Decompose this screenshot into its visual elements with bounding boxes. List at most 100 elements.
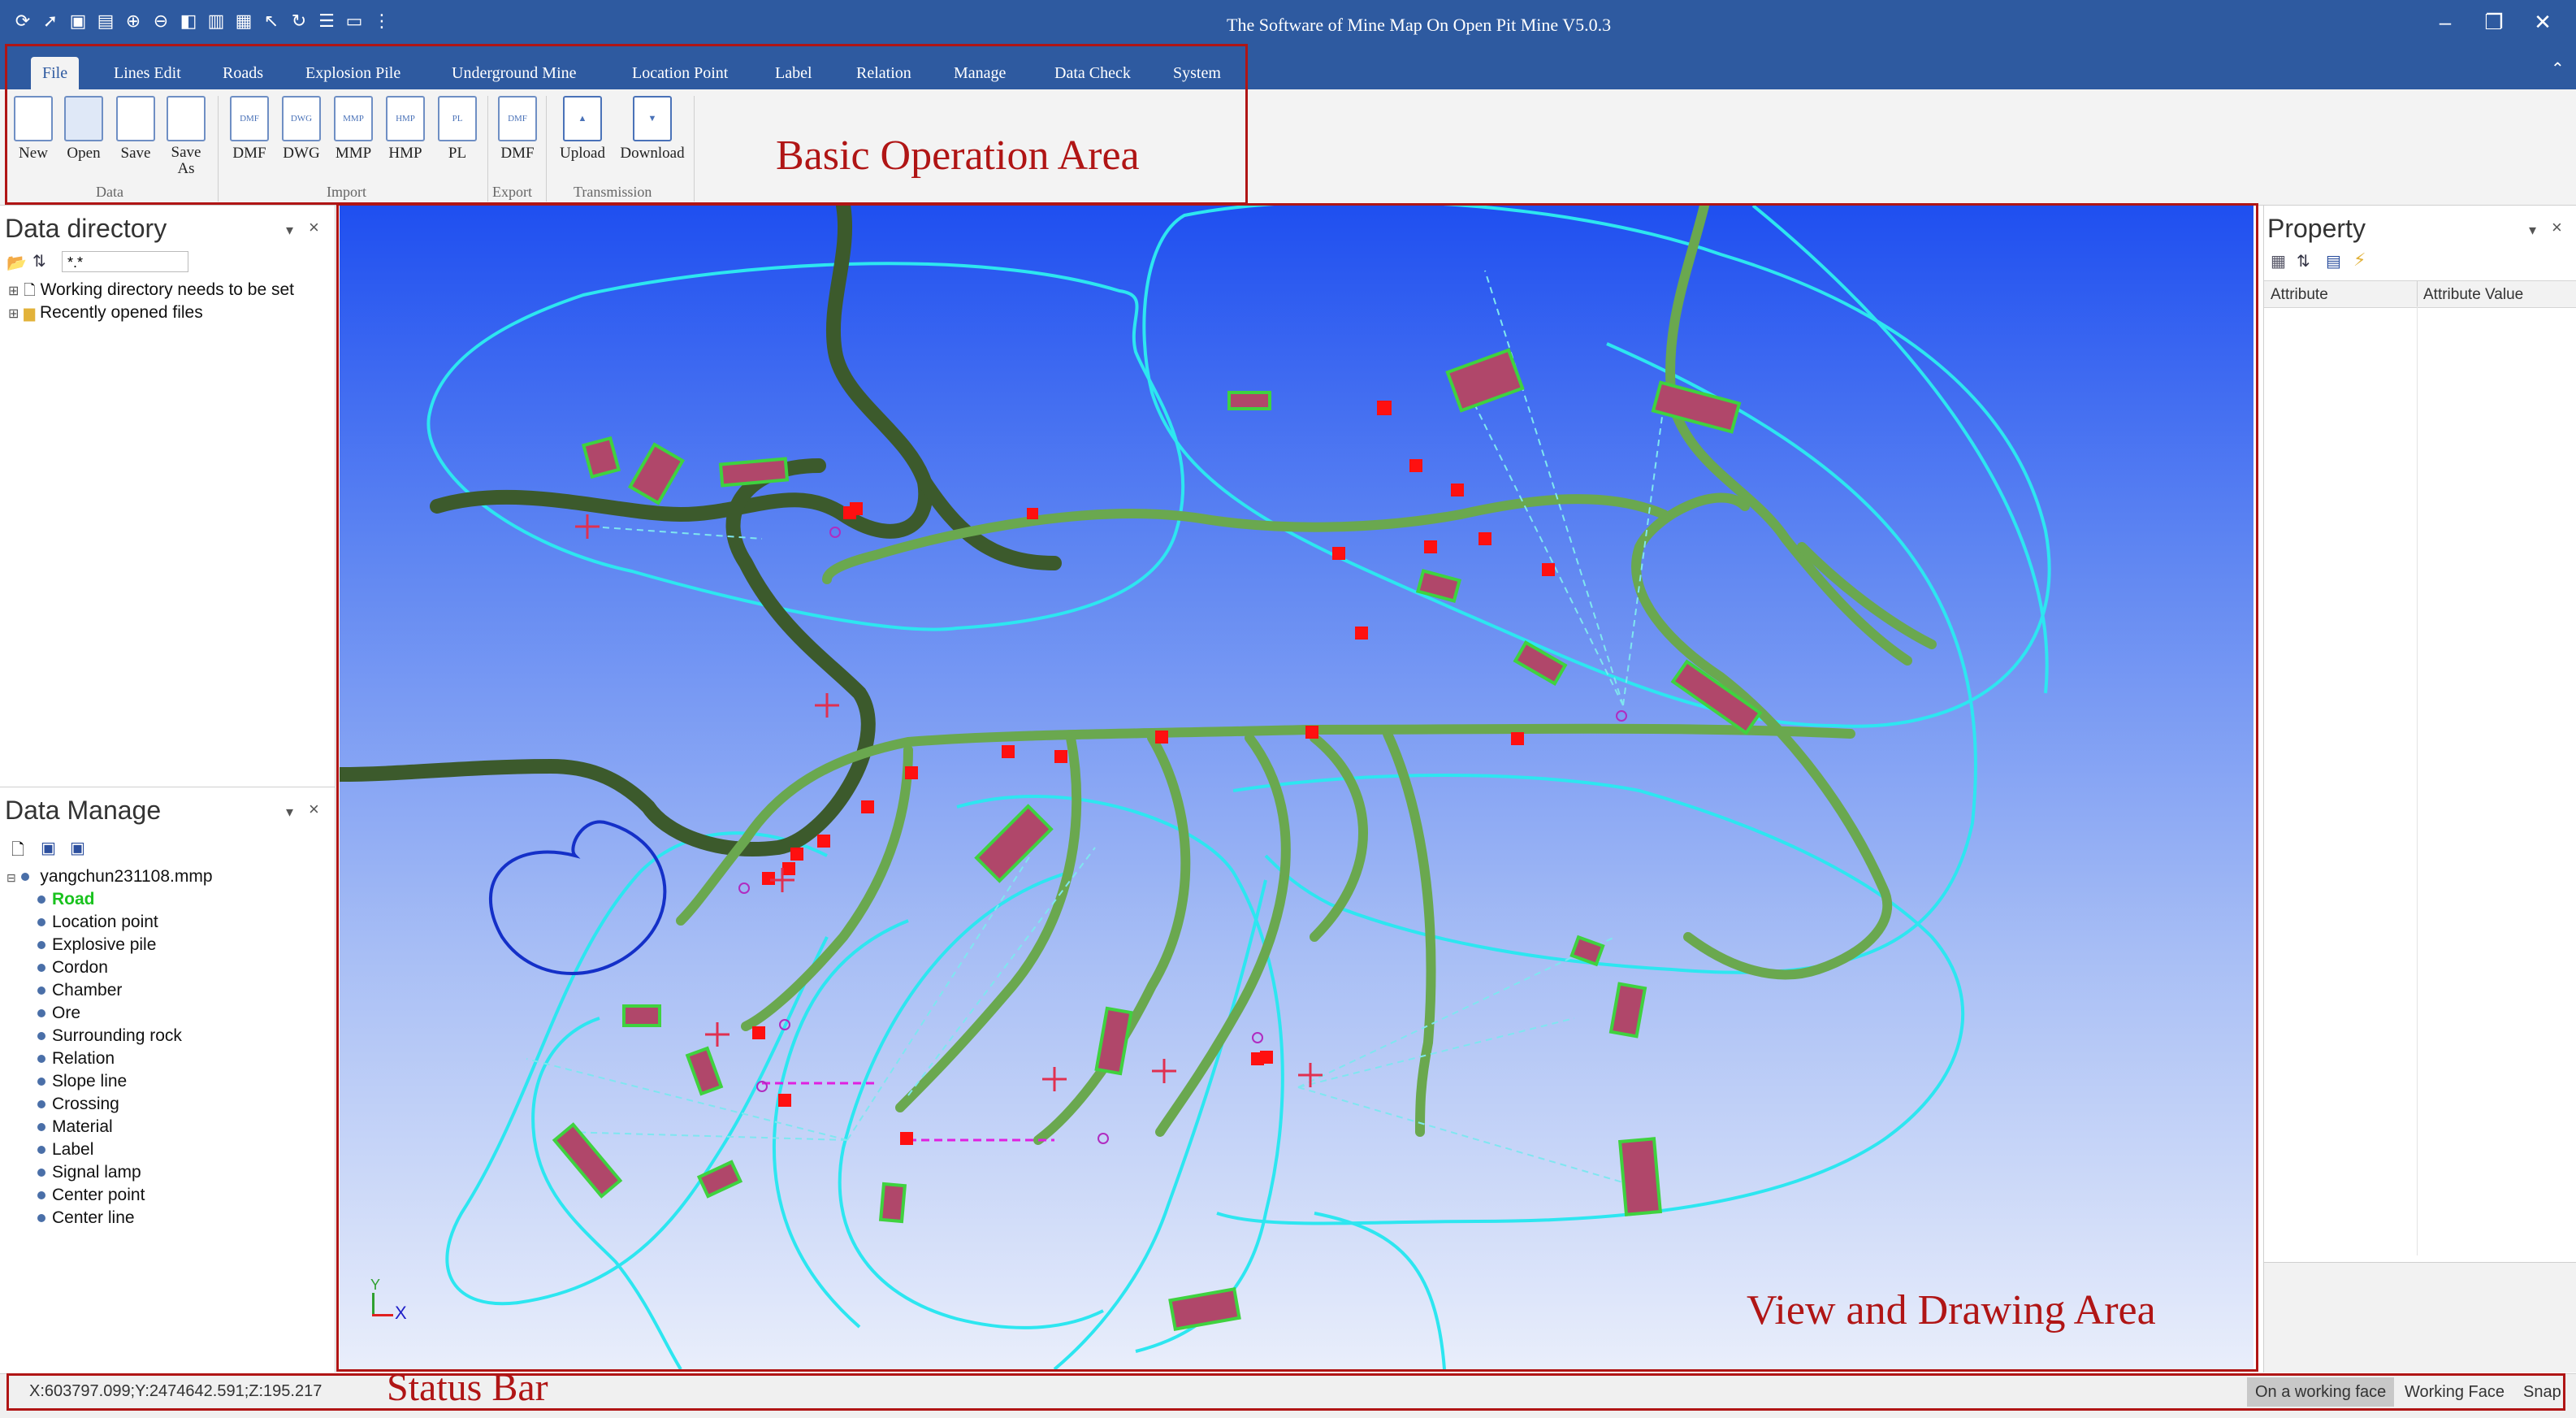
open-folder-icon[interactable]: 📂 <box>6 253 27 273</box>
layer-eye-icon[interactable] <box>37 987 45 995</box>
screen-icon[interactable]: ▭ <box>343 10 366 33</box>
layer-label: Center point <box>52 1186 145 1204</box>
view-drawing-area-frame <box>336 203 2258 1372</box>
tree-item-recent-files[interactable]: ⊞ ▆ Recently opened files <box>8 303 203 323</box>
layer-item[interactable]: Material <box>37 1117 113 1137</box>
layer-eye-icon[interactable] <box>37 1032 45 1041</box>
image-icon[interactable]: ▤ <box>94 10 117 33</box>
layer-label: Material <box>52 1117 113 1136</box>
save-all-icon[interactable]: ▣ <box>70 838 85 858</box>
panel-dropdown-icon[interactable]: ▾ <box>286 222 293 239</box>
layer-eye-icon[interactable] <box>37 1169 45 1177</box>
layer-eye-icon[interactable] <box>37 895 45 904</box>
expand-icon[interactable]: ⊞ <box>8 307 19 321</box>
save-layer-icon[interactable]: ▣ <box>41 838 56 858</box>
layer-item[interactable]: Slope line <box>37 1072 127 1091</box>
panel-close-icon[interactable]: × <box>309 217 319 238</box>
layer-label: Crossing <box>52 1095 119 1113</box>
layer-item[interactable]: Crossing <box>37 1095 119 1114</box>
new-layer-icon[interactable]: 🗋 <box>11 838 24 865</box>
tree-item-mmp-file[interactable]: ⊟ yangchun231108.mmp <box>6 867 213 887</box>
data-directory-title: Data directory <box>5 214 167 243</box>
layer-eye-icon[interactable] <box>37 1009 45 1018</box>
layer-item[interactable]: Cordon <box>37 958 108 978</box>
zoom-out-icon[interactable]: ⊖ <box>149 10 172 33</box>
tree-item-label: Recently opened files <box>39 303 203 322</box>
data-manage-panel: Data Manage ▾ × 🗋 ▣ ▣ ⊟ yangchun231108.m… <box>0 787 336 1372</box>
collapse-icon[interactable]: ⊟ <box>6 871 16 884</box>
layer-eye-icon[interactable] <box>37 1123 45 1132</box>
file-filter-select[interactable]: *.* <box>62 251 188 272</box>
panel-close-icon[interactable]: × <box>2552 217 2562 238</box>
layer-item[interactable]: Road <box>37 890 95 909</box>
basic-operation-area-frame <box>5 44 1248 205</box>
layer-item[interactable]: Chamber <box>37 981 122 1000</box>
panel-dropdown-icon[interactable]: ▾ <box>286 804 293 821</box>
layer-label: Explosive pile <box>52 935 157 954</box>
property-pages-icon[interactable]: ▤ <box>2326 251 2341 271</box>
stack-icon[interactable]: ☰ <box>315 10 338 33</box>
layer-eye-icon[interactable] <box>37 964 45 973</box>
layer-label: Road <box>52 890 95 908</box>
data-directory-panel: Data directory ▾ × 📂 ⇅ *.* ⊞ 🗋 Working d… <box>0 206 336 787</box>
book-icon[interactable]: ▥ <box>205 10 227 33</box>
layer-label: Relation <box>52 1049 115 1068</box>
quick-access-toolbar: ⟳ ➚ ▣ ▤ ⊕ ⊖ ◧ ▥ ▦ ↖ ↻ ☰ ▭ ⋮ <box>11 10 393 33</box>
layer-item[interactable]: Relation <box>37 1049 115 1069</box>
more-icon[interactable]: ⋮ <box>370 10 393 33</box>
layer-item[interactable]: Location point <box>37 913 158 932</box>
property-description-area <box>2263 1262 2576 1372</box>
property-title: Property <box>2267 214 2366 243</box>
layer-label: Cordon <box>52 958 108 977</box>
layer-item[interactable]: Explosive pile <box>37 935 156 955</box>
close-button[interactable]: ✕ <box>2526 10 2559 35</box>
layer-label: Center line <box>52 1208 135 1227</box>
layer-eye-icon <box>20 873 29 882</box>
layer-item[interactable]: Center point <box>37 1186 145 1205</box>
tree-item-label: Working directory needs to be set <box>40 280 295 299</box>
rotate-icon[interactable]: ↻ <box>288 10 310 33</box>
events-icon[interactable]: ⚡ <box>2353 249 2366 271</box>
panel-close-icon[interactable]: × <box>309 799 319 820</box>
restore-button[interactable]: ❐ <box>2478 10 2510 35</box>
column-attribute-value: Attribute Value <box>2423 286 2524 303</box>
pointer-icon[interactable]: ➚ <box>39 10 62 33</box>
layer-eye-icon[interactable] <box>37 918 45 927</box>
expand-icon[interactable]: ⊞ <box>8 284 19 298</box>
layer-item[interactable]: Label <box>37 1140 93 1160</box>
layer-item[interactable]: Signal lamp <box>37 1163 141 1182</box>
sort-alpha-icon[interactable]: ⇅ <box>2297 251 2310 271</box>
minimize-button[interactable]: – <box>2429 10 2461 35</box>
layer-eye-icon[interactable] <box>37 1055 45 1064</box>
page-icon[interactable]: ▦ <box>232 10 255 33</box>
layer-label: Chamber <box>52 981 123 1000</box>
layer-item[interactable]: Ore <box>37 1004 80 1023</box>
refresh-icon[interactable]: ⟳ <box>11 10 34 33</box>
layer-label: Surrounding rock <box>52 1026 182 1045</box>
layer-eye-icon[interactable] <box>37 1214 45 1223</box>
panel-dropdown-icon[interactable]: ▾ <box>2529 222 2536 239</box>
layer-eye-icon[interactable] <box>37 941 45 950</box>
zoom-in-icon[interactable]: ⊕ <box>122 10 145 33</box>
layer-label: Ore <box>52 1004 81 1022</box>
tree-item-working-directory[interactable]: ⊞ 🗋 Working directory needs to be set <box>8 280 294 305</box>
file-name: yangchun231108.mmp <box>40 867 213 886</box>
cursor-icon[interactable]: ↖ <box>260 10 283 33</box>
title-bar: ⟳ ➚ ▣ ▤ ⊕ ⊖ ◧ ▥ ▦ ↖ ↻ ☰ ▭ ⋮ The Software… <box>0 0 2576 50</box>
window-title: The Software of Mine Map On Open Pit Min… <box>1227 15 1612 35</box>
sort-icon[interactable]: ⇅ <box>32 251 46 271</box>
categorized-icon[interactable]: ▦ <box>2271 251 2286 271</box>
layer-eye-icon[interactable] <box>37 1078 45 1086</box>
layer-item[interactable]: Surrounding rock <box>37 1026 182 1046</box>
property-grid-header: Attribute Attribute Value <box>2264 280 2576 308</box>
layer-item[interactable]: Center line <box>37 1208 135 1228</box>
collapse-ribbon-icon[interactable]: ⌃ <box>2551 59 2565 79</box>
folder-icon: ▆ <box>24 305 36 321</box>
layer-icon[interactable]: ◧ <box>177 10 200 33</box>
column-divider[interactable] <box>2417 281 2418 307</box>
column-attribute: Attribute <box>2271 286 2328 303</box>
layer-eye-icon[interactable] <box>37 1191 45 1200</box>
layer-eye-icon[interactable] <box>37 1100 45 1109</box>
layer-eye-icon[interactable] <box>37 1146 45 1155</box>
map-icon[interactable]: ▣ <box>67 10 89 33</box>
